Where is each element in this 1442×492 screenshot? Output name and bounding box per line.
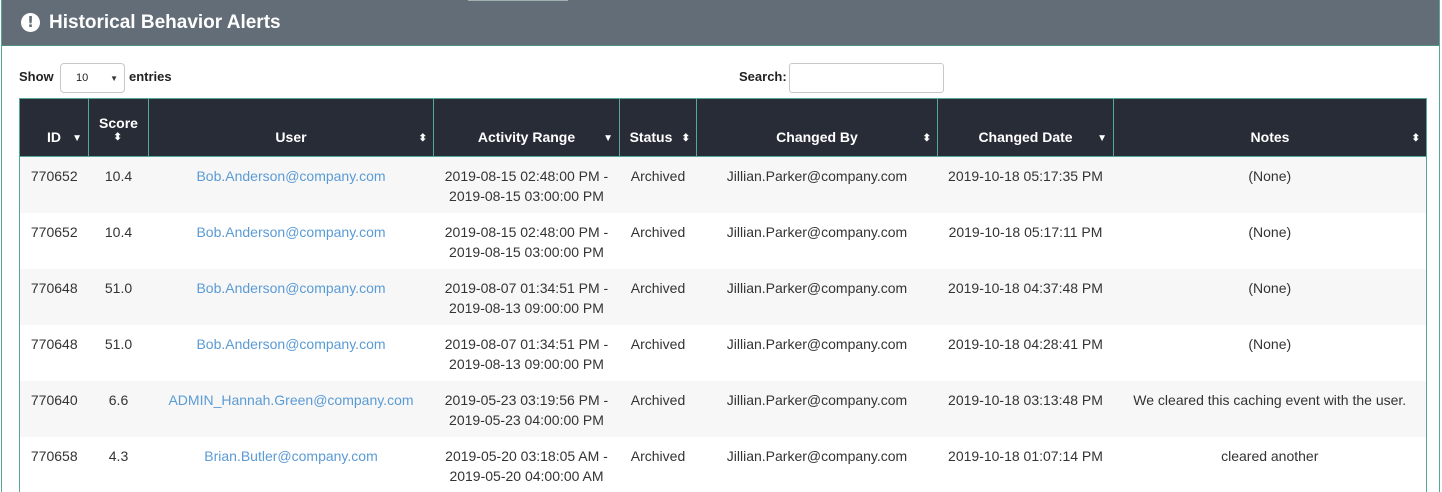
column-header-status[interactable]: Status ⬍: [619, 98, 697, 157]
sort-desc-icon: ▼: [1097, 133, 1107, 144]
cell-id: 770648: [30, 280, 78, 296]
column-header-notes[interactable]: Notes ⬍: [1113, 98, 1427, 157]
cell-activity-range: 2019-05-20 03:18:05 AM -2019-05-20 04:00…: [445, 448, 608, 484]
cell-score: 10.4: [104, 224, 133, 240]
show-label: Show: [19, 69, 54, 84]
cell-changed-date: 2019-10-18 03:13:48 PM: [948, 392, 1103, 408]
cell-changed-by: Jillian.Parker@company.com: [726, 336, 908, 352]
page-length-value: 10: [76, 72, 89, 84]
cell-score: 4.3: [108, 448, 129, 464]
user-link[interactable]: Brian.Butler@company.com: [149, 437, 434, 466]
column-header-user[interactable]: User ⬍: [148, 98, 434, 157]
sort-both-icon: ⬍: [418, 133, 427, 144]
cell-status: Archived: [630, 392, 686, 408]
cell-changed-by: Jillian.Parker@company.com: [726, 280, 908, 296]
cell-activity-range: 2019-08-07 01:34:51 PM -2019-08-13 09:00…: [444, 336, 609, 372]
cell-changed-by: Jillian.Parker@company.com: [726, 168, 908, 184]
cell-changed-date: 2019-10-18 05:17:35 PM: [948, 168, 1103, 184]
historical-alerts-panel: ! Historical Behavior Alerts Show 10 ▼ e…: [1, 0, 1440, 492]
column-header-changed-by[interactable]: Changed By ⬍: [696, 98, 938, 157]
table-row[interactable]: 770652 10.4 Bob.Anderson@company.com 201…: [19, 213, 1427, 269]
cell-notes: (None): [1248, 168, 1292, 184]
cell-notes: (None): [1248, 224, 1292, 240]
cell-changed-date: 2019-10-18 01:07:14 PM: [948, 448, 1103, 464]
table-row[interactable]: 770658 4.3 Brian.Butler@company.com 2019…: [19, 437, 1427, 492]
exclamation-circle-icon: !: [21, 13, 40, 32]
sort-desc-icon: ▼: [603, 133, 613, 144]
cell-notes: (None): [1248, 280, 1292, 296]
page: ! Historical Behavior Alerts Show 10 ▼ e…: [0, 0, 1442, 492]
user-link[interactable]: ADMIN_Hannah.Green@company.com: [149, 381, 434, 410]
column-header-id[interactable]: ID ▼: [19, 98, 89, 157]
sort-both-icon: ⬍: [113, 132, 122, 143]
sort-both-icon: ⬍: [681, 133, 690, 144]
search-input[interactable]: [789, 63, 944, 93]
column-header-score[interactable]: Score ⬍: [88, 98, 149, 157]
cell-notes: cleared another: [1221, 448, 1319, 464]
column-header-activity-range[interactable]: Activity Range ▼: [433, 98, 620, 157]
alerts-table: ID ▼ Score ⬍ User ⬍ Activity Range ▼ Sta…: [19, 98, 1427, 492]
cell-score: 51.0: [104, 336, 133, 352]
chevron-down-icon: ▼: [110, 74, 118, 83]
cell-activity-range: 2019-05-23 03:19:56 PM -2019-05-23 04:00…: [444, 392, 609, 428]
cell-changed-by: Jillian.Parker@company.com: [726, 224, 908, 240]
cell-id: 770648: [30, 336, 78, 352]
cell-changed-date: 2019-10-18 05:17:11 PM: [948, 224, 1103, 240]
cell-score: 51.0: [104, 280, 133, 296]
cell-id: 770652: [30, 224, 78, 240]
cell-id: 770658: [30, 448, 78, 464]
sort-both-icon: ⬍: [1411, 133, 1420, 144]
panel-header: ! Historical Behavior Alerts: [2, 0, 1439, 46]
cell-score: 10.4: [104, 168, 133, 184]
header-divider: [468, 0, 568, 1]
table-row[interactable]: 770648 51.0 Bob.Anderson@company.com 201…: [19, 269, 1427, 325]
table-row[interactable]: 770648 51.0 Bob.Anderson@company.com 201…: [19, 325, 1427, 381]
table-row[interactable]: 770640 6.6 ADMIN_Hannah.Green@company.co…: [19, 381, 1427, 437]
cell-activity-range: 2019-08-15 02:48:00 PM -2019-08-15 03:00…: [444, 224, 609, 260]
cell-activity-range: 2019-08-07 01:34:51 PM -2019-08-13 09:00…: [444, 280, 609, 316]
cell-status: Archived: [630, 280, 686, 296]
cell-id: 770652: [30, 168, 78, 184]
user-link[interactable]: Bob.Anderson@company.com: [149, 157, 434, 186]
user-link[interactable]: Bob.Anderson@company.com: [149, 325, 434, 354]
entries-label: entries: [129, 69, 172, 84]
cell-status: Archived: [630, 224, 686, 240]
cell-activity-range: 2019-08-15 02:48:00 PM -2019-08-15 03:00…: [444, 168, 609, 204]
panel-title: Historical Behavior Alerts: [49, 12, 281, 33]
column-header-changed-date[interactable]: Changed Date ▼: [937, 98, 1114, 157]
cell-status: Archived: [630, 168, 686, 184]
sort-both-icon: ⬍: [922, 133, 931, 144]
page-length-select[interactable]: 10 ▼: [60, 63, 125, 93]
table-header-row: ID ▼ Score ⬍ User ⬍ Activity Range ▼ Sta…: [19, 98, 1427, 157]
cell-status: Archived: [630, 336, 686, 352]
cell-notes: (None): [1248, 336, 1292, 352]
cell-changed-by: Jillian.Parker@company.com: [726, 448, 908, 464]
user-link[interactable]: Bob.Anderson@company.com: [149, 269, 434, 298]
sort-desc-icon: ▼: [72, 133, 82, 144]
cell-score: 6.6: [108, 392, 129, 408]
cell-changed-date: 2019-10-18 04:37:48 PM: [948, 280, 1103, 296]
cell-id: 770640: [30, 392, 78, 408]
search-label: Search:: [739, 69, 787, 84]
cell-notes: We cleared this caching event with the u…: [1133, 392, 1407, 408]
cell-status: Archived: [630, 448, 686, 464]
cell-changed-date: 2019-10-18 04:28:41 PM: [948, 336, 1103, 352]
table-row[interactable]: 770652 10.4 Bob.Anderson@company.com 201…: [19, 156, 1427, 213]
user-link[interactable]: Bob.Anderson@company.com: [149, 213, 434, 242]
cell-changed-by: Jillian.Parker@company.com: [726, 392, 908, 408]
